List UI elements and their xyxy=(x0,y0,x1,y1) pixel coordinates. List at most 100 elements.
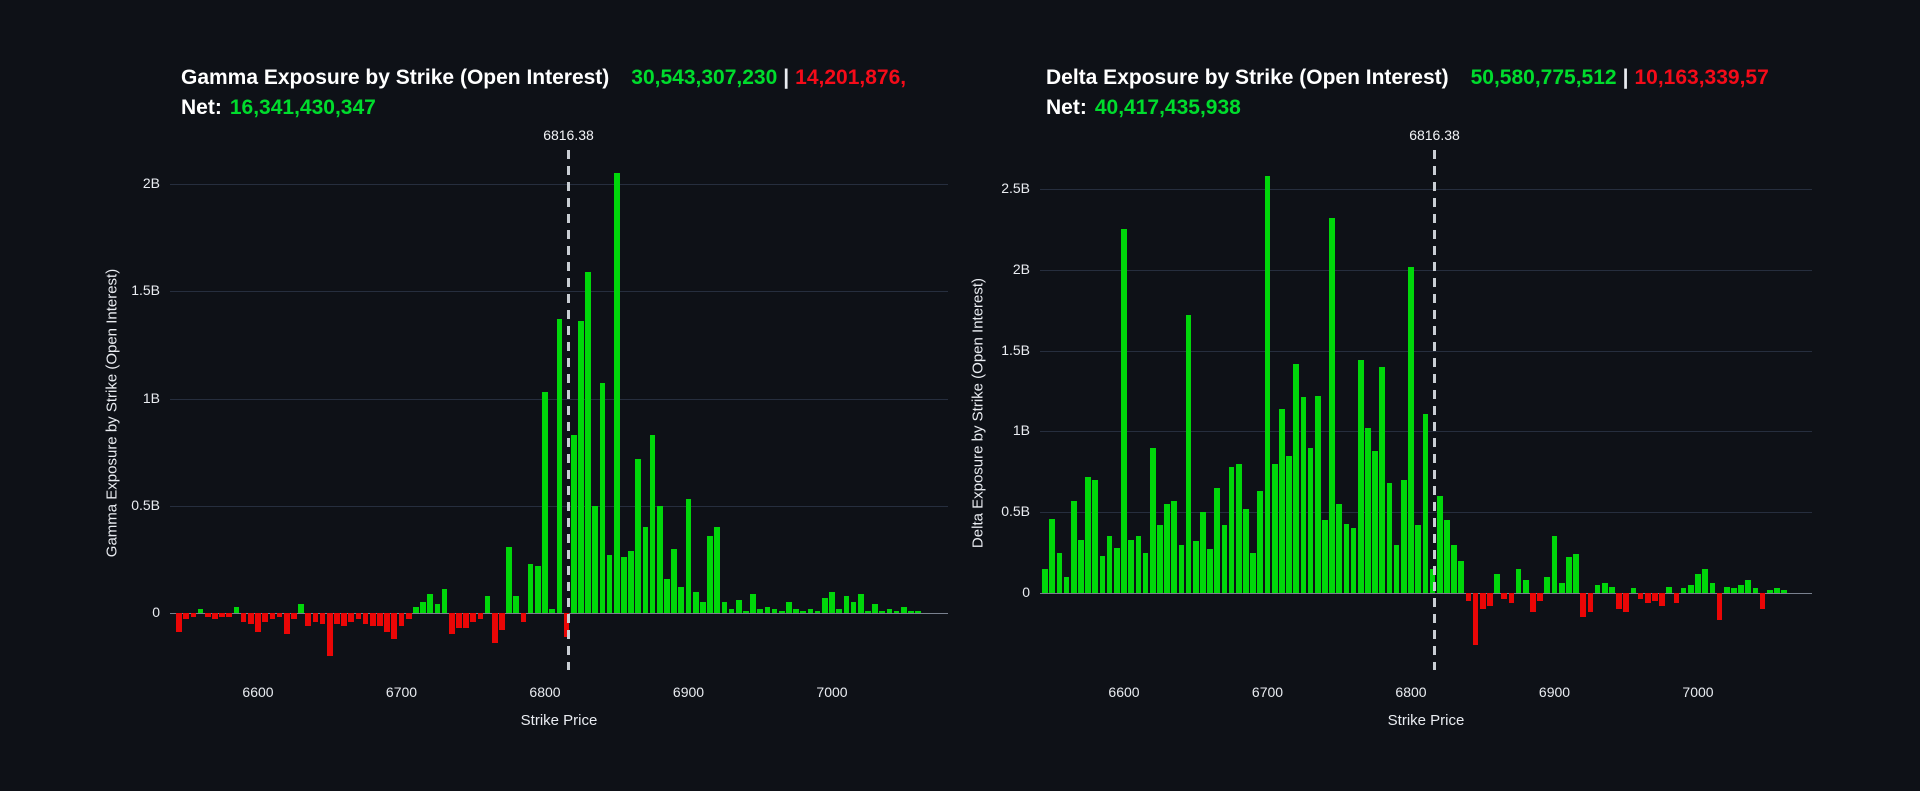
gamma-bar-6985[interactable] xyxy=(807,608,814,613)
gamma-bar-6665[interactable] xyxy=(348,613,355,622)
gamma-bar-6795[interactable] xyxy=(534,565,541,613)
delta-bar-6620[interactable] xyxy=(1149,447,1156,593)
gamma-bar-7030[interactable] xyxy=(872,604,878,613)
gamma-bar-6705[interactable] xyxy=(405,613,412,620)
delta-bar-6845[interactable] xyxy=(1472,593,1479,645)
delta-bar-6870[interactable] xyxy=(1508,593,1515,603)
delta-bar-6575[interactable] xyxy=(1085,476,1091,593)
delta-bar-6700[interactable] xyxy=(1264,176,1271,593)
delta-bar-6865[interactable] xyxy=(1501,593,1508,600)
delta-bar-6955[interactable] xyxy=(1630,588,1637,593)
delta-bar-6610[interactable] xyxy=(1135,536,1142,593)
delta-bar-7020[interactable] xyxy=(1723,586,1730,593)
gamma-bar-6635[interactable] xyxy=(305,613,312,626)
delta-bar-6695[interactable] xyxy=(1257,491,1264,593)
gamma-bar-6850[interactable] xyxy=(613,173,620,613)
gamma-bar-6820[interactable] xyxy=(570,434,577,613)
delta-bar-6630[interactable] xyxy=(1164,504,1170,593)
gamma-bar-6790[interactable] xyxy=(527,563,534,613)
gamma-bar-6935[interactable] xyxy=(735,600,742,613)
gamma-bar-6675[interactable] xyxy=(362,613,369,624)
gamma-bar-6855[interactable] xyxy=(621,557,627,613)
gamma-bar-6715[interactable] xyxy=(420,602,426,613)
delta-bar-6995[interactable] xyxy=(1687,584,1694,593)
gamma-bar-6650[interactable] xyxy=(326,613,333,656)
delta-bar-7045[interactable] xyxy=(1759,593,1766,610)
gamma-bar-6965[interactable] xyxy=(778,610,785,613)
delta-bar-7035[interactable] xyxy=(1745,580,1752,593)
gamma-bar-6800[interactable] xyxy=(542,392,548,613)
gamma-bar-6830[interactable] xyxy=(585,271,591,613)
delta-bar-6855[interactable] xyxy=(1487,593,1493,606)
delta-bar-6880[interactable] xyxy=(1522,580,1529,593)
gamma-bar-6730[interactable] xyxy=(441,589,448,613)
delta-bar-6825[interactable] xyxy=(1444,520,1450,593)
delta-bar-6790[interactable] xyxy=(1393,544,1400,593)
gamma-bar-6735[interactable] xyxy=(448,613,455,635)
gamma-bar-6885[interactable] xyxy=(664,578,670,613)
delta-bar-6820[interactable] xyxy=(1436,496,1443,593)
delta-bar-6685[interactable] xyxy=(1243,508,1249,593)
delta-bar-6580[interactable] xyxy=(1092,479,1099,593)
gamma-bar-6825[interactable] xyxy=(578,321,584,613)
gamma-bar-6940[interactable] xyxy=(743,610,749,613)
delta-bar-6875[interactable] xyxy=(1515,568,1522,593)
delta-bar-6890[interactable] xyxy=(1537,593,1543,602)
delta-bar-6950[interactable] xyxy=(1623,593,1630,613)
delta-bar-6725[interactable] xyxy=(1300,397,1307,593)
delta-bar-6635[interactable] xyxy=(1171,500,1178,593)
delta-bar-6595[interactable] xyxy=(1113,547,1120,593)
delta-bar-7055[interactable] xyxy=(1774,588,1780,593)
gamma-bar-6865[interactable] xyxy=(635,458,642,613)
delta-bar-6720[interactable] xyxy=(1293,363,1300,593)
delta-bar-6590[interactable] xyxy=(1106,536,1113,593)
gamma-bar-6555[interactable] xyxy=(190,613,197,618)
delta-bar-6755[interactable] xyxy=(1343,523,1350,593)
gamma-bar-6700[interactable] xyxy=(398,613,405,626)
gamma-bar-6920[interactable] xyxy=(714,527,721,613)
delta-bar-7010[interactable] xyxy=(1709,583,1716,593)
gamma-bar-6580[interactable] xyxy=(226,613,233,618)
gamma-bar-6740[interactable] xyxy=(456,613,462,628)
delta-bar-6550[interactable] xyxy=(1049,518,1056,593)
delta-bar-7030[interactable] xyxy=(1738,584,1744,593)
delta-bar-6925[interactable] xyxy=(1587,593,1594,613)
delta-bar-6810[interactable] xyxy=(1422,413,1429,593)
delta-bar-6965[interactable] xyxy=(1644,593,1651,603)
gamma-bar-6975[interactable] xyxy=(793,608,799,613)
gamma-bar-6595[interactable] xyxy=(247,613,254,624)
delta-bar-7000[interactable] xyxy=(1695,573,1701,593)
delta-bar-6960[interactable] xyxy=(1637,593,1644,600)
gamma-bar-6625[interactable] xyxy=(291,613,297,620)
gamma-bar-6685[interactable] xyxy=(377,613,383,626)
gamma-bar-6950[interactable] xyxy=(757,608,764,613)
gamma-bar-6745[interactable] xyxy=(463,613,469,628)
gamma-bar-6860[interactable] xyxy=(628,550,634,613)
gamma-bar-7040[interactable] xyxy=(886,608,893,613)
gamma-bar-7020[interactable] xyxy=(857,593,864,613)
delta-bar-6775[interactable] xyxy=(1372,450,1378,593)
gamma-bar-6615[interactable] xyxy=(276,613,283,618)
delta-bar-6715[interactable] xyxy=(1286,455,1292,593)
gamma-bar-6960[interactable] xyxy=(771,608,778,613)
gamma-bar-6695[interactable] xyxy=(391,613,398,639)
gamma-bar-6620[interactable] xyxy=(283,613,290,635)
delta-bar-6850[interactable] xyxy=(1479,593,1486,610)
delta-bar-6625[interactable] xyxy=(1157,525,1163,593)
delta-bar-6675[interactable] xyxy=(1228,466,1235,593)
delta-bar-6655[interactable] xyxy=(1200,512,1206,593)
gamma-bar-6560[interactable] xyxy=(197,608,204,613)
delta-bar-6750[interactable] xyxy=(1336,504,1343,593)
gamma-bar-6610[interactable] xyxy=(269,613,276,620)
gamma-bar-6995[interactable] xyxy=(821,597,828,613)
gamma-bar-6840[interactable] xyxy=(599,383,606,613)
gamma-bar-6760[interactable] xyxy=(484,595,491,613)
gamma-bar-6720[interactable] xyxy=(427,593,434,613)
delta-bar-6600[interactable] xyxy=(1121,229,1127,593)
delta-bar-6680[interactable] xyxy=(1235,463,1242,593)
gamma-bar-6805[interactable] xyxy=(549,608,555,613)
delta-bar-6585[interactable] xyxy=(1099,555,1106,593)
delta-bar-6910[interactable] xyxy=(1566,557,1572,593)
gamma-bar-6810[interactable] xyxy=(556,319,563,613)
delta-bar-6735[interactable] xyxy=(1314,395,1321,593)
